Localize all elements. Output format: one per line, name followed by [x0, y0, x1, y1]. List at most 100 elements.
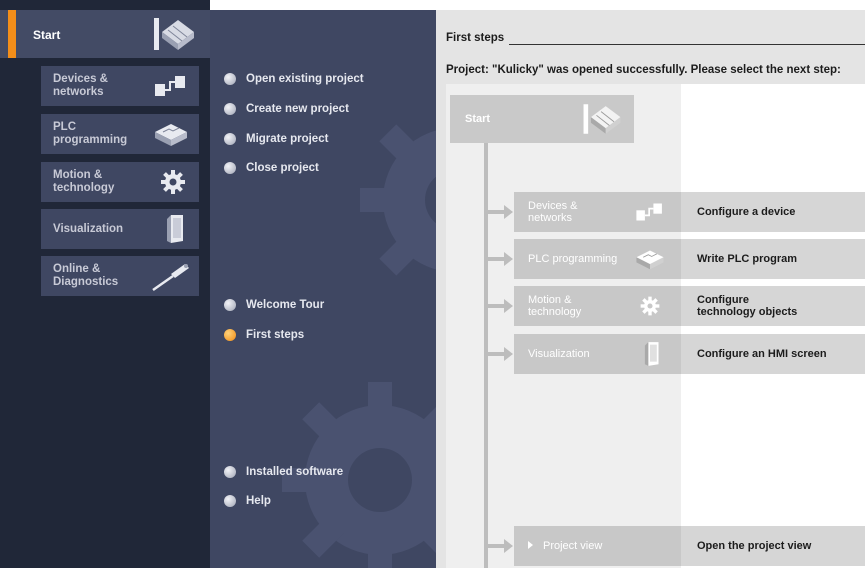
start-icon [154, 18, 194, 50]
nav-label: First steps [246, 329, 305, 341]
step-plc-programming-button[interactable]: PLC programming [514, 239, 681, 279]
first-steps-content: First steps Project: "Kulicky" was opene… [436, 10, 865, 568]
nav-label: Create new project [246, 103, 349, 115]
label-line: technology [53, 182, 115, 194]
bullet-icon [224, 103, 236, 115]
portal-motion-label: Motion & technology [53, 169, 133, 195]
portal-motion-technology[interactable]: Motion & technology [41, 162, 199, 202]
plc-programming-icon [636, 250, 664, 270]
step-motion-technology-button[interactable]: Motion & technology [514, 286, 681, 326]
motion-gear-icon [640, 296, 660, 316]
portal-nav-panel: Open existing project Create new project… [210, 10, 436, 568]
bullet-icon [224, 466, 236, 478]
label-line: programming [53, 134, 128, 146]
project-view-button[interactable]: Project view [514, 526, 681, 566]
portal-plc-programming[interactable]: PLC programming [41, 114, 199, 154]
flow-arrow-icon [484, 205, 513, 219]
nav-label: Installed software [246, 466, 344, 478]
portal-sidebar: Start Devices & networks PLC programming [0, 0, 210, 568]
plc-programming-icon [155, 124, 187, 146]
nav-help[interactable]: Help [224, 493, 271, 509]
page-title: First steps [446, 32, 505, 44]
bullet-icon [224, 133, 236, 145]
nav-close-project[interactable]: Close project [224, 160, 319, 176]
portal-start-label: Start [33, 28, 61, 42]
portal-plc-label: PLC programming [53, 121, 133, 147]
status-message: Project: "Kulicky" was opened successful… [446, 64, 841, 76]
portal-devices-label: Devices & networks [53, 73, 133, 99]
visualization-panel-icon [167, 215, 183, 243]
label-line: technology [528, 306, 582, 318]
gear-watermark-icon [282, 124, 436, 568]
step-description: Configure a device [697, 206, 796, 218]
bullet-icon [224, 162, 236, 174]
label-line: networks [528, 212, 573, 224]
devices-networks-icon [155, 76, 185, 96]
active-indicator [8, 10, 16, 58]
nav-label: Migrate project [246, 133, 329, 145]
nav-open-existing-project[interactable]: Open existing project [224, 71, 364, 87]
portal-online-diagnostics[interactable]: Online & Diagnostics [41, 256, 199, 296]
diagnostics-probe-icon [152, 264, 189, 292]
bullet-icon [224, 299, 236, 311]
start-icon [583, 104, 621, 134]
step-description: Configure technology objects [697, 294, 797, 318]
label-line: Motion & [528, 294, 572, 306]
portal-start-button[interactable]: Start [0, 10, 210, 58]
step-description: Write PLC program [697, 253, 798, 265]
step-configure-technology-link[interactable]: Configure technology objects [681, 286, 865, 326]
nav-create-new-project[interactable]: Create new project [224, 101, 349, 117]
step-configure-device-link[interactable]: Configure a device [681, 192, 865, 232]
project-view-label: Project view [543, 540, 603, 552]
label-line: networks [53, 86, 104, 98]
nav-label: Open existing project [246, 73, 364, 85]
portal-visualization[interactable]: Visualization [41, 209, 199, 249]
step-label: PLC programming [528, 253, 618, 265]
steps-flow-panel [446, 84, 681, 568]
open-project-view-link[interactable]: Open the project view [681, 526, 865, 566]
step-description: Configure an HMI screen [697, 348, 827, 360]
nav-installed-software[interactable]: Installed software [224, 464, 343, 480]
step-label: Visualization [528, 348, 590, 360]
step-label: Devices & networks [528, 200, 618, 224]
label-line: Devices & [528, 200, 578, 212]
flow-arrow-icon [484, 299, 513, 313]
active-bullet-icon [224, 329, 236, 341]
bullet-icon [224, 495, 236, 507]
nav-label: Help [246, 495, 271, 507]
label-line: Diagnostics [53, 276, 119, 288]
step-write-plc-program-link[interactable]: Write PLC program [681, 239, 865, 279]
nav-first-steps[interactable]: First steps [224, 327, 304, 343]
label-line: Devices & [53, 73, 108, 85]
step-label: Motion & technology [528, 294, 618, 318]
project-view-label-wrap: Project view [528, 540, 618, 552]
step-description: Open the project view [697, 540, 812, 552]
steps-description-panel [681, 84, 865, 568]
flow-arrow-icon [484, 539, 513, 553]
title-divider [509, 44, 865, 45]
label-line: PLC [53, 121, 76, 133]
step-visualization-button[interactable]: Visualization [514, 334, 681, 374]
devices-networks-icon [636, 203, 662, 221]
step-configure-hmi-link[interactable]: Configure an HMI screen [681, 334, 865, 374]
desc-line: technology objects [697, 306, 798, 318]
nav-migrate-project[interactable]: Migrate project [224, 131, 328, 147]
portal-diagnostics-label: Online & Diagnostics [53, 263, 133, 289]
motion-gear-icon [161, 170, 185, 194]
flow-arrow-icon [484, 347, 513, 361]
nav-label: Welcome Tour [246, 299, 325, 311]
portal-visualization-label: Visualization [53, 223, 124, 235]
flow-arrow-icon [484, 252, 513, 266]
nav-welcome-tour[interactable]: Welcome Tour [224, 297, 324, 313]
bullet-icon [224, 73, 236, 85]
portal-devices-networks[interactable]: Devices & networks [41, 66, 199, 106]
flow-start-label: Start [465, 113, 491, 125]
flow-start-button[interactable]: Start [450, 95, 634, 143]
step-devices-networks-button[interactable]: Devices & networks [514, 192, 681, 232]
label-line: Motion & [53, 169, 103, 181]
nav-label: Close project [246, 162, 319, 174]
desc-line: Configure [697, 294, 749, 306]
visualization-panel-icon [644, 342, 659, 366]
label-line: Online & [53, 263, 101, 275]
play-arrow-icon [528, 541, 533, 549]
